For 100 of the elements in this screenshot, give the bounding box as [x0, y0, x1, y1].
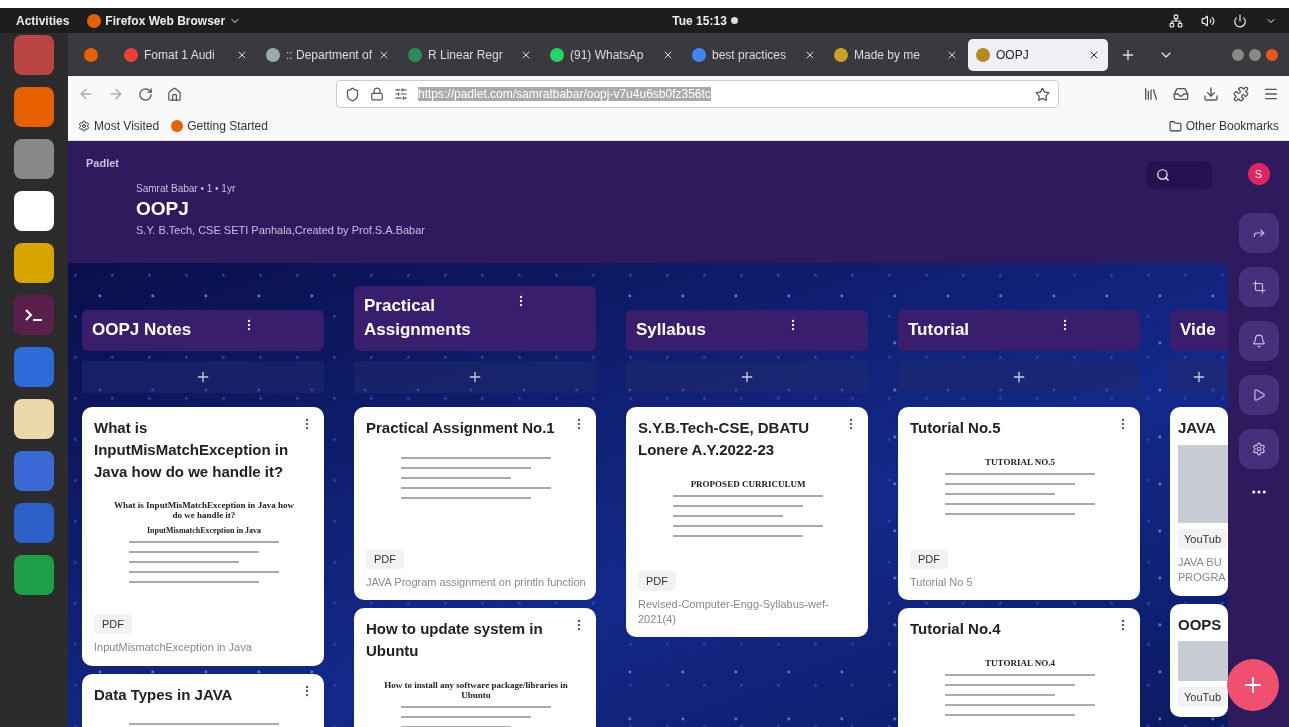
- browser-tab[interactable]: (91) WhatsAp: [542, 38, 682, 71]
- section-header[interactable]: Syllabus: [626, 310, 868, 351]
- post-title: Tutorial No.4: [910, 619, 1002, 640]
- firefox-icon[interactable]: [14, 87, 54, 127]
- bookmark-link[interactable]: Getting Started: [171, 119, 268, 133]
- favicon: [124, 47, 138, 62]
- favicon: [976, 47, 990, 62]
- post-title: What is InputMisMatchException in Java how do we handle it?: [94, 418, 290, 482]
- post-card[interactable]: Tutorial No.5 TUTORIAL NO.5 PDF Tutorial No 5: [898, 407, 1140, 601]
- preview-text: PROPOSED CURRICULUM: [690, 478, 806, 489]
- window-controls-drawing[interactable]: [1231, 47, 1281, 62]
- source-label: YouTub: [1178, 528, 1228, 549]
- plus-icon: [195, 369, 211, 385]
- post-title: Data Types in JAVA: [94, 684, 234, 705]
- clock[interactable]: Tue 15:13: [672, 13, 727, 28]
- settings-icon: [1251, 442, 1266, 456]
- puzzle-icon[interactable]: [1233, 86, 1249, 102]
- post-card[interactable]: Data Types in JAVA: [82, 673, 324, 727]
- post-title: Practical Assignment No.1: [366, 418, 556, 438]
- preview-text: What is InputMisMatchException in Java how do we handle it?: [113, 500, 295, 521]
- download-icon[interactable]: [1203, 86, 1219, 102]
- home-icon[interactable]: [167, 86, 182, 102]
- post-title: OOPS: [1178, 614, 1223, 635]
- terminal-icon[interactable]: [14, 295, 54, 335]
- browser-tab[interactable]: OOPJ: [968, 38, 1108, 71]
- favicon: [692, 47, 706, 62]
- plus-icon: [739, 369, 755, 385]
- board-title: OOPJ: [136, 198, 189, 220]
- bookmarks-folder[interactable]: Other Bookmarks: [1168, 119, 1279, 133]
- section-header[interactable]: Vide: [1170, 310, 1228, 351]
- preview-text: TUTORIAL NO.4: [985, 657, 1055, 668]
- plus-icon: [1011, 369, 1027, 385]
- post-title: How to update system in Ubuntu: [366, 619, 544, 661]
- post-card[interactable]: JAVA YouTub JAVA BU PROGRA: [1170, 407, 1228, 596]
- notifications-button[interactable]: [1238, 321, 1279, 361]
- file-type-label: PDF: [638, 570, 676, 591]
- favicon: [266, 47, 280, 62]
- browser-tab[interactable]: R Linear Regr: [400, 38, 540, 71]
- post-card[interactable]: Tutorial No.4 TUTORIAL NO.4: [898, 608, 1140, 727]
- shield-icon: [345, 86, 360, 102]
- reload-icon[interactable]: [138, 86, 153, 102]
- volume-icon[interactable]: [1201, 13, 1215, 28]
- settings-button[interactable]: [1238, 429, 1279, 469]
- preview-text: How to install any software package/libraries in Ubuntu: [383, 679, 569, 700]
- section-header[interactable]: Tutorial: [898, 310, 1140, 351]
- post-title: Tutorial No.5: [910, 418, 1002, 438]
- post-caption: JAVA BU PROGRA: [1178, 554, 1227, 586]
- plus-icon: [1191, 369, 1207, 385]
- user-avatar[interactable]: S: [1247, 163, 1270, 185]
- favicon: [834, 47, 848, 62]
- search-icon: [1156, 168, 1170, 182]
- browser-tab[interactable]: :: Department of: [258, 38, 398, 71]
- sliders-icon: [394, 87, 408, 101]
- post-title: JAVA: [1178, 418, 1217, 438]
- brand-logo: Padlet: [86, 157, 120, 169]
- browser-tab[interactable]: best practices: [684, 38, 824, 71]
- bell-icon: [1251, 334, 1266, 348]
- preview-text: TUTORIAL NO.5: [985, 456, 1055, 467]
- post-card[interactable]: OOPS YouTub: [1170, 603, 1228, 718]
- library-icon[interactable]: [1143, 86, 1159, 102]
- menu-icon[interactable]: [1263, 86, 1279, 102]
- crop-icon: [1251, 280, 1266, 294]
- source-label: YouTub: [1178, 687, 1228, 708]
- file-type-label: PDF: [94, 614, 132, 635]
- activities-button[interactable]: Activities: [16, 13, 70, 28]
- play-icon: [1251, 388, 1266, 402]
- section-header[interactable]: Practical Assignments: [354, 285, 596, 351]
- folder-icon: [1168, 119, 1182, 133]
- post-card[interactable]: S.Y.B.Tech-CSE, DBATU Lonere A.Y.2022-23 PROPOSED CURRICULUM PDF Revised-Computer-Engg-Syllabus-wef-2021(4): [626, 407, 868, 638]
- recording-dot-icon: [730, 17, 738, 24]
- post-card[interactable]: Practical Assignment No.1 PDF JAVA Program assignment on println function: [354, 407, 596, 601]
- browser-tab[interactable]: Fomat 1 Audi: [116, 38, 256, 71]
- favicon: [408, 47, 422, 62]
- post-caption: Tutorial No 5: [910, 574, 974, 590]
- file-type-label: PDF: [910, 548, 948, 569]
- star-icon[interactable]: [1035, 86, 1050, 102]
- preview-text: InputMismatchException in Java: [146, 526, 262, 536]
- crop-button[interactable]: [1238, 267, 1279, 307]
- post-card[interactable]: How to update system in Ubuntu How to install any software package/libraries in Ubuntu: [354, 608, 596, 727]
- favicon: [550, 47, 564, 62]
- post-caption: JAVA Program assignment on println function: [366, 574, 586, 590]
- section-header[interactable]: OOPJ Notes: [82, 310, 324, 351]
- power-icon[interactable]: [1233, 13, 1247, 28]
- tray-icon[interactable]: [1173, 86, 1189, 102]
- post-caption: Revised-Computer-Engg-Syllabus-wef-2021(4): [638, 596, 830, 627]
- app-menu[interactable]: Firefox Web Browser: [87, 13, 242, 28]
- play-button[interactable]: [1238, 375, 1279, 415]
- lock-icon: [370, 87, 384, 101]
- share-icon: [1251, 226, 1266, 240]
- browser-tab[interactable]: Made by me: [826, 38, 966, 71]
- board-description: S.Y. B.Tech, CSE SETI Panhala,Created by Prof.S.A.Babar: [136, 224, 425, 236]
- post-caption: InputMismatchException in Java: [94, 640, 253, 656]
- photo-placeholder: [1178, 641, 1228, 682]
- bookmark-link[interactable]: Most Visited: [78, 119, 160, 133]
- network-icon[interactable]: [1169, 13, 1183, 28]
- firefox-icon: [171, 120, 184, 132]
- search-button[interactable]: [1146, 161, 1212, 189]
- firefox-icon[interactable]: [84, 47, 98, 62]
- post-card[interactable]: What is InputMisMatchException in Java how do we handle it? What is InputMisMatchException in Java how do we handle it? InputMismatchException in Java PDF InputMismatchException in Java: [82, 407, 324, 666]
- gear-icon: [78, 120, 90, 132]
